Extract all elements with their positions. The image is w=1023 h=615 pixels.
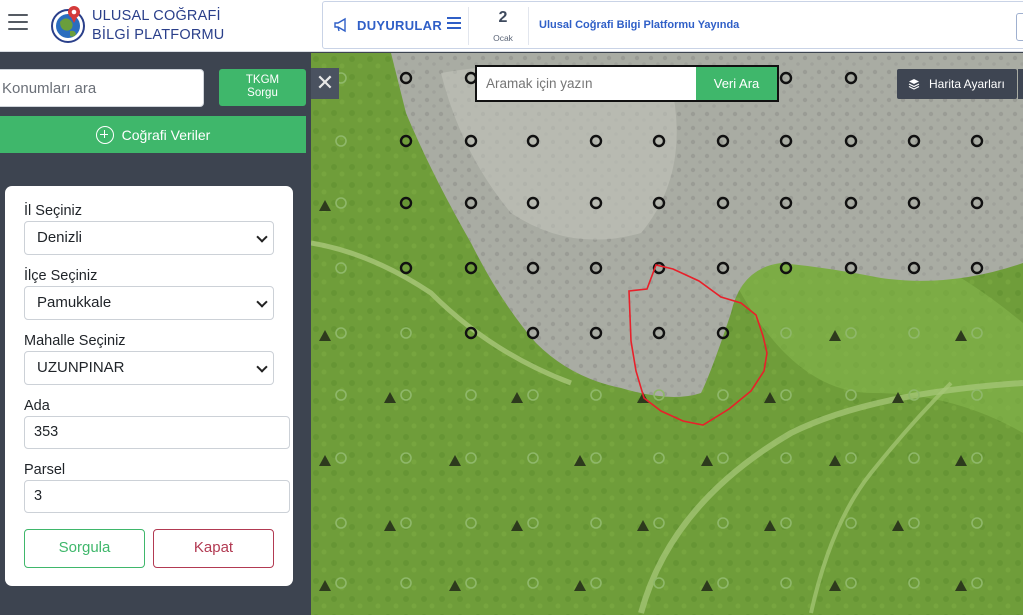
announcement-month: Ocak — [493, 33, 513, 43]
tkgm-query-button[interactable]: TKGM Sorgu — [219, 69, 306, 106]
announcement-text[interactable]: Ulusal Coğrafi Bilgi Platformu Yayında — [539, 19, 739, 31]
query-button[interactable]: Sorgula — [24, 529, 145, 568]
geographic-data-button[interactable]: Coğrafi Veriler — [0, 116, 306, 153]
map-settings-button[interactable]: Harita Ayarları — [897, 69, 1017, 99]
map-edge-tab[interactable] — [1018, 69, 1023, 99]
province-select[interactable]: Denizli — [24, 221, 274, 255]
block-input[interactable]: 353 — [24, 416, 290, 449]
globe-logo-icon[interactable] — [49, 3, 87, 45]
app-root: ULUSAL COĞRAFİ BİLGİ PLATFORMU DUYURULAR… — [0, 0, 1023, 615]
neighborhood-value: UZUNPINAR — [37, 359, 125, 376]
tkgm-label: TKGM — [245, 74, 280, 86]
top-header: ULUSAL COĞRAFİ BİLGİ PLATFORMU DUYURULAR… — [0, 0, 1023, 52]
block-label: Ada — [24, 398, 50, 414]
announcements-title[interactable]: DUYURULAR — [357, 18, 442, 33]
province-label: İl Seçiniz — [24, 203, 83, 219]
map-settings-label: Harita Ayarları — [929, 77, 1005, 91]
map-view[interactable] — [311, 53, 1023, 615]
divider — [468, 7, 469, 45]
parcel-label: Parsel — [24, 462, 66, 478]
chevron-down-icon — [256, 296, 268, 308]
map-search-input[interactable] — [477, 67, 696, 100]
geographic-data-label: Coğrafi Veriler — [121, 126, 211, 143]
plus-circle-icon — [95, 125, 114, 144]
district-value: Pamukkale — [37, 294, 112, 311]
parcel-query-form: İl Seçiniz Denizli İlçe Seçiniz Pamukkal… — [5, 186, 293, 586]
announcements-bar: DUYURULAR 2 Ocak Ulusal Coğrafi Bilgi Pl… — [322, 1, 1023, 49]
map-search-box: Veri Ara — [475, 65, 779, 102]
neighborhood-select[interactable]: UZUNPINAR — [24, 351, 274, 385]
tkgm-sublabel: Sorgu — [247, 87, 278, 99]
chevron-down-icon — [256, 231, 268, 243]
announcement-next-button[interactable] — [1016, 13, 1023, 41]
map-canvas[interactable] — [311, 53, 1023, 615]
close-form-button[interactable]: Kapat — [153, 529, 274, 568]
menu-icon[interactable] — [8, 14, 28, 32]
list-icon[interactable] — [447, 17, 461, 31]
announcement-day: 2 — [498, 9, 508, 26]
sidebar-panel: TKGM Sorgu Coğrafi Veriler İl Seçiniz De… — [0, 53, 311, 615]
megaphone-icon — [334, 17, 346, 33]
brand-line-1: ULUSAL COĞRAFİ — [92, 8, 221, 24]
district-label: İlçe Seçiniz — [24, 268, 98, 284]
location-search-input[interactable] — [0, 69, 204, 107]
divider — [528, 7, 529, 45]
data-search-button[interactable]: Veri Ara — [696, 67, 777, 100]
parcel-input[interactable]: 3 — [24, 480, 290, 513]
neighborhood-label: Mahalle Seçiniz — [24, 333, 126, 349]
province-value: Denizli — [37, 229, 83, 246]
brand-line-2: BİLGİ PLATFORMU — [92, 27, 225, 43]
close-panel-button[interactable]: ✕ — [311, 68, 339, 99]
chevron-down-icon — [256, 361, 268, 373]
layers-icon — [908, 79, 920, 90]
brand-title[interactable]: ULUSAL COĞRAFİ BİLGİ PLATFORMU — [92, 7, 224, 45]
district-select[interactable]: Pamukkale — [24, 286, 274, 320]
